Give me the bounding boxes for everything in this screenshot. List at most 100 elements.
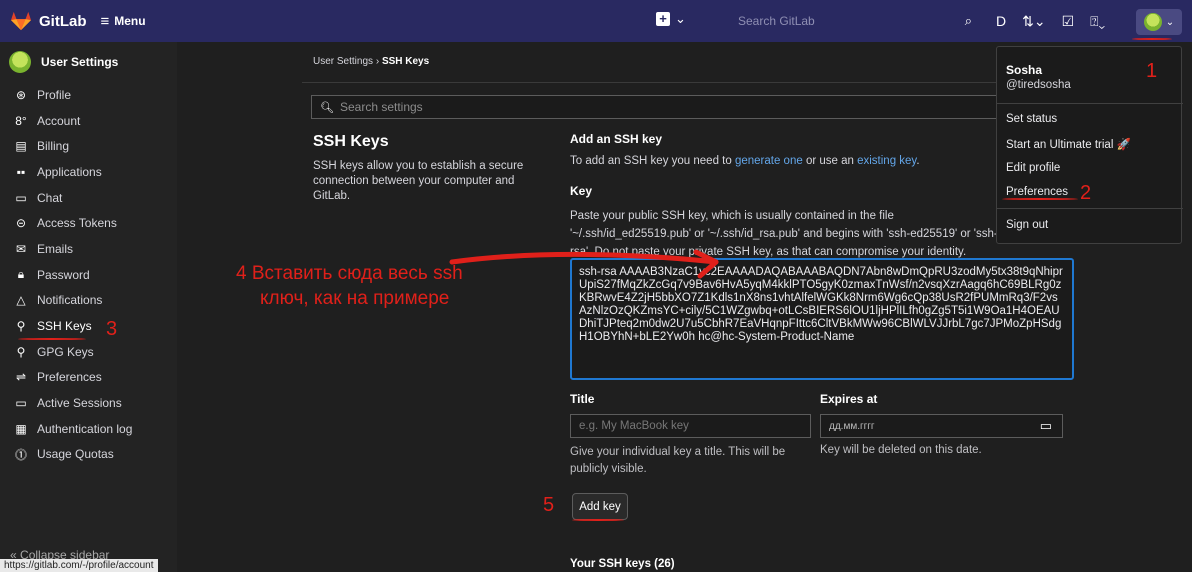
- log-icon: ▦: [15, 421, 27, 436]
- global-search-input[interactable]: Search GitLab ⌕: [724, 10, 980, 32]
- breadcrumb-current: SSH Keys: [381, 56, 430, 67]
- sidebar-item-gpg-keys[interactable]: ⚲ GPG Keys: [0, 339, 177, 365]
- sidebar-item-access-tokens[interactable]: ⊝ Access Tokens: [0, 210, 177, 236]
- menu-item-preferences[interactable]: Preferences: [1006, 186, 1068, 198]
- annotation-underline: [1002, 198, 1078, 200]
- brand-name: GitLab: [39, 12, 87, 30]
- preferences-icon: ⇌: [15, 370, 27, 385]
- annotation-instruction-line-2: ключ, как на примере: [260, 288, 450, 309]
- breadcrumb-separator: ›: [375, 56, 380, 67]
- breadcrumb-parent[interactable]: User Settings: [313, 56, 373, 67]
- add-key-heading: Add an SSH key: [570, 132, 663, 146]
- page-title: SSH Keys: [313, 133, 389, 150]
- monitor-icon: ▭: [15, 396, 27, 411]
- quota-icon: ⓵: [14, 447, 27, 462]
- annotation-number-4: 4: [236, 263, 247, 284]
- sidebar-item-usage-quotas[interactable]: ⓵ Usage Quotas: [0, 442, 177, 468]
- add-key-button[interactable]: Add key: [572, 493, 628, 520]
- user-menu-button[interactable]: ⌄: [1136, 9, 1182, 35]
- expires-label: Expires at: [820, 392, 878, 406]
- sidebar-item-applications[interactable]: ▪▪ Applications: [0, 159, 177, 185]
- sidebar-item-profile[interactable]: ⊛ Profile: [0, 82, 177, 108]
- divider: [302, 82, 1002, 83]
- annotation-number-3: 3: [106, 318, 118, 340]
- chat-icon: ▭: [15, 190, 27, 205]
- plus-icon: +: [656, 12, 670, 26]
- calendar-icon[interactable]: ▭: [1040, 418, 1052, 434]
- title-input[interactable]: e.g. My MacBook key: [570, 414, 811, 438]
- browser-status-url: https://gitlab.com/-/profile/account: [0, 559, 158, 572]
- sidebar-header[interactable]: User Settings: [0, 42, 177, 82]
- lock-icon: 🔒︎: [17, 267, 25, 282]
- token-icon: ⊝: [15, 216, 27, 231]
- key-icon: ⚲: [16, 319, 26, 334]
- chevron-down-icon: ⌄: [675, 11, 686, 26]
- expires-help-text: Key will be deleted on this date.: [820, 444, 982, 456]
- merge-requests-icon[interactable]: ⇅⌄: [1022, 13, 1045, 30]
- help-icon[interactable]: ⍰⌄: [1090, 13, 1105, 30]
- todo-icon[interactable]: ☑: [1062, 13, 1075, 30]
- top-navbar: GitLab ≡ Menu + ⌄ Search GitLab ⌕ D ⇅⌄ ☑…: [0, 0, 1192, 42]
- menu-item-ultimate-trial[interactable]: Start an Ultimate trial 🚀: [1006, 137, 1131, 151]
- key-icon: ⚲: [16, 344, 26, 359]
- applications-icon: ▪▪: [16, 164, 26, 179]
- key-help-text: Paste your public SSH key, which is usua…: [570, 210, 998, 258]
- breadcrumb: User Settings › SSH Keys: [313, 56, 429, 67]
- chevron-down-icon: ⌄: [1165, 16, 1175, 28]
- email-icon: ✉: [15, 241, 27, 256]
- annotation-number-1: 1: [1146, 60, 1158, 82]
- sidebar-item-ssh-keys[interactable]: ⚲ SSH Keys: [0, 313, 177, 339]
- gitlab-logo[interactable]: GitLab: [10, 11, 87, 31]
- sidebar-item-preferences[interactable]: ⇌ Preferences: [0, 365, 177, 391]
- dropdown-user-name[interactable]: Sosha: [1006, 63, 1042, 77]
- avatar: [1143, 13, 1162, 31]
- annotation-underline: [18, 338, 86, 340]
- sidebar: User Settings ⊛ Profile 8° Account ▤ Billin…: [0, 42, 177, 572]
- issues-icon[interactable]: D: [996, 13, 1006, 29]
- billing-icon: ▤: [15, 139, 27, 154]
- sidebar-item-billing[interactable]: ▤ Billing: [0, 133, 177, 159]
- menu-label: Menu: [114, 14, 146, 28]
- section-description: SSH keys allow you to establish a secure…: [313, 160, 524, 202]
- annotation-underline: [1132, 38, 1172, 40]
- menu-item-edit-profile[interactable]: Edit profile: [1006, 162, 1060, 174]
- annotation-number-5: 5: [543, 494, 555, 516]
- sidebar-item-password[interactable]: 🔒︎ Password: [0, 262, 177, 288]
- settings-search-input[interactable]: 🔍︎ Search settings: [311, 95, 1003, 119]
- menu-item-sign-out[interactable]: Sign out: [1006, 219, 1048, 231]
- key-label: Key: [570, 184, 593, 198]
- hamburger-icon: ≡: [100, 12, 110, 30]
- menu-item-set-status[interactable]: Set status: [1006, 113, 1057, 125]
- sidebar-item-chat[interactable]: ▭ Chat: [0, 185, 177, 211]
- sidebar-item-active-sessions[interactable]: ▭ Active Sessions: [0, 390, 177, 416]
- title-label: Title: [570, 392, 595, 406]
- sidebar-item-account[interactable]: 8° Account: [0, 108, 177, 134]
- new-item-button[interactable]: + ⌄: [656, 11, 686, 27]
- menu-button[interactable]: ≡ Menu: [101, 13, 146, 30]
- divider: [997, 208, 1183, 209]
- title-help-text: Give your individual key a title. This w…: [570, 446, 786, 475]
- avatar: [9, 51, 31, 73]
- annotation-underline: [572, 519, 624, 521]
- top-icons: D ⇅⌄ ☑ ⍰⌄: [996, 0, 1105, 42]
- expires-date-input[interactable]: дд.мм.гггг ▭: [820, 414, 1063, 438]
- tanuki-icon: [11, 11, 31, 31]
- sidebar-title: User Settings: [41, 55, 119, 69]
- key-textarea[interactable]: ssh-rsa AAAAB3NzaC1yc2EAAAADAQABAAABAQDN…: [570, 258, 1074, 380]
- sidebar-item-notifications[interactable]: △ Notifications: [0, 288, 177, 314]
- annotation-instruction: 4 Вставить сюда весь ssh: [236, 262, 463, 286]
- sidebar-item-emails[interactable]: ✉ Emails: [0, 236, 177, 262]
- account-icon: 8°: [15, 113, 27, 128]
- search-placeholder: Search GitLab: [738, 14, 815, 28]
- search-icon: ⌕: [964, 13, 972, 28]
- profile-icon: ⊛: [15, 87, 27, 102]
- annotation-number-2: 2: [1080, 182, 1092, 204]
- add-key-description: To add an SSH key you need to generate o…: [570, 155, 920, 167]
- your-ssh-keys-heading: Your SSH keys (26): [570, 558, 675, 570]
- dropdown-user-handle[interactable]: @tiredsosha: [1006, 79, 1071, 91]
- existing-key-link[interactable]: existing key: [857, 155, 916, 167]
- sidebar-item-authentication-log[interactable]: ▦ Authentication log: [0, 416, 177, 442]
- search-icon: 🔍︎: [320, 102, 334, 114]
- bell-icon: △: [16, 293, 26, 308]
- generate-one-link[interactable]: generate one: [735, 155, 803, 167]
